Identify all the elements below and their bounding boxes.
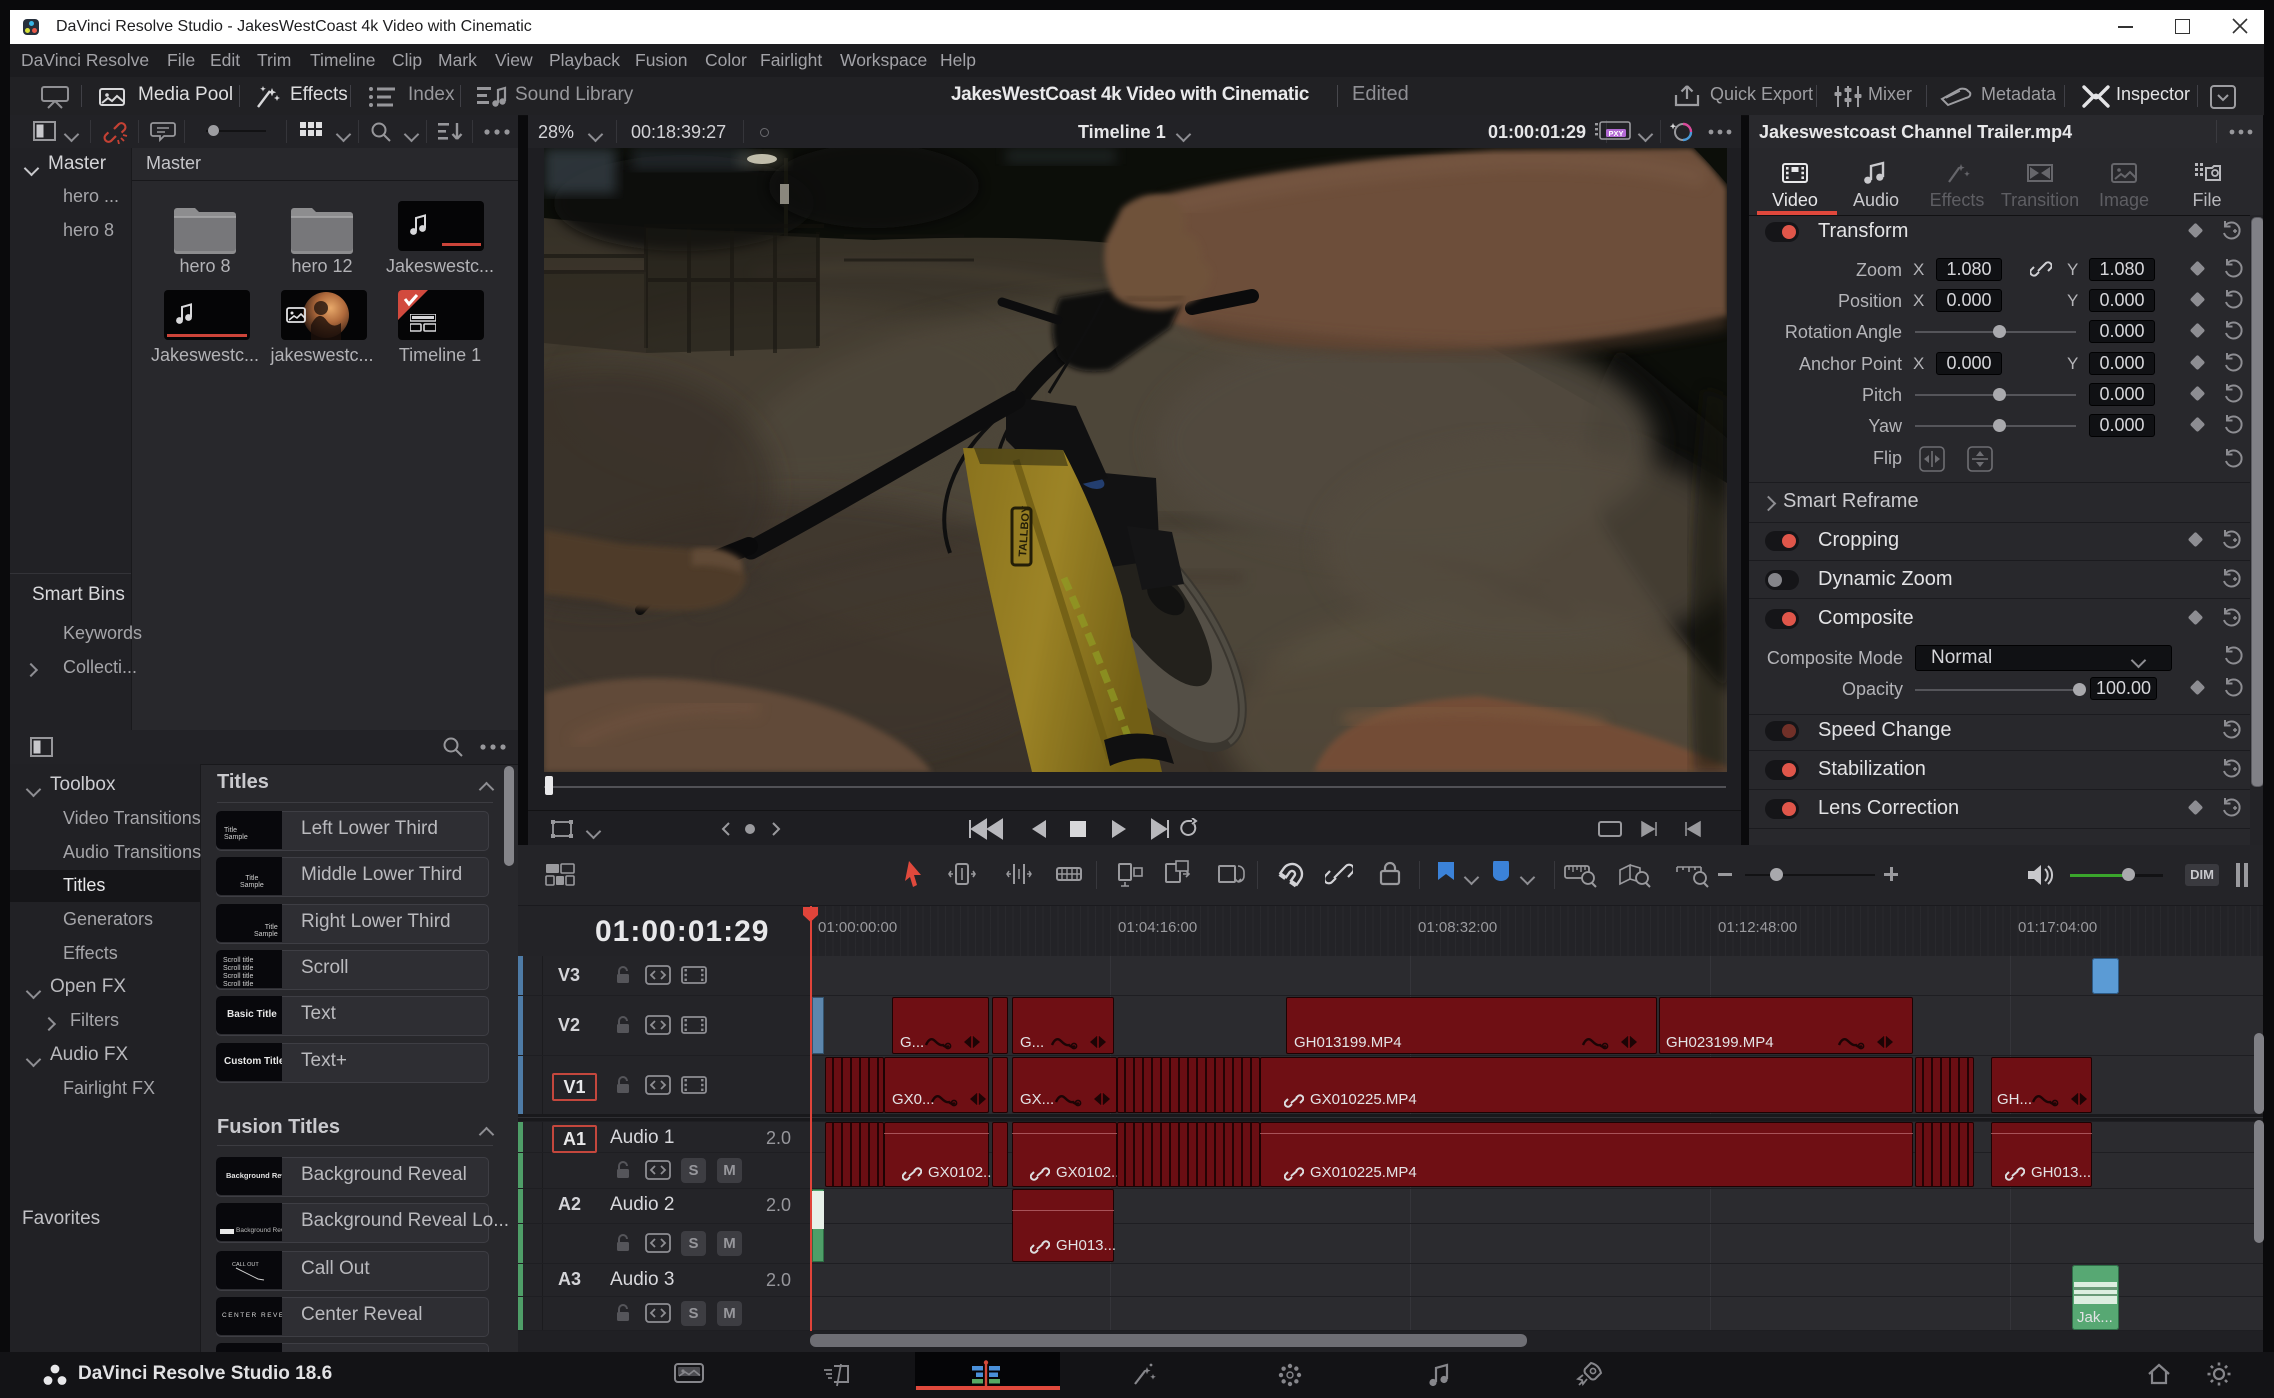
svg-text:PXY: PXY [1608,129,1623,138]
svg-text:CALL OUT: CALL OUT [232,1262,259,1268]
